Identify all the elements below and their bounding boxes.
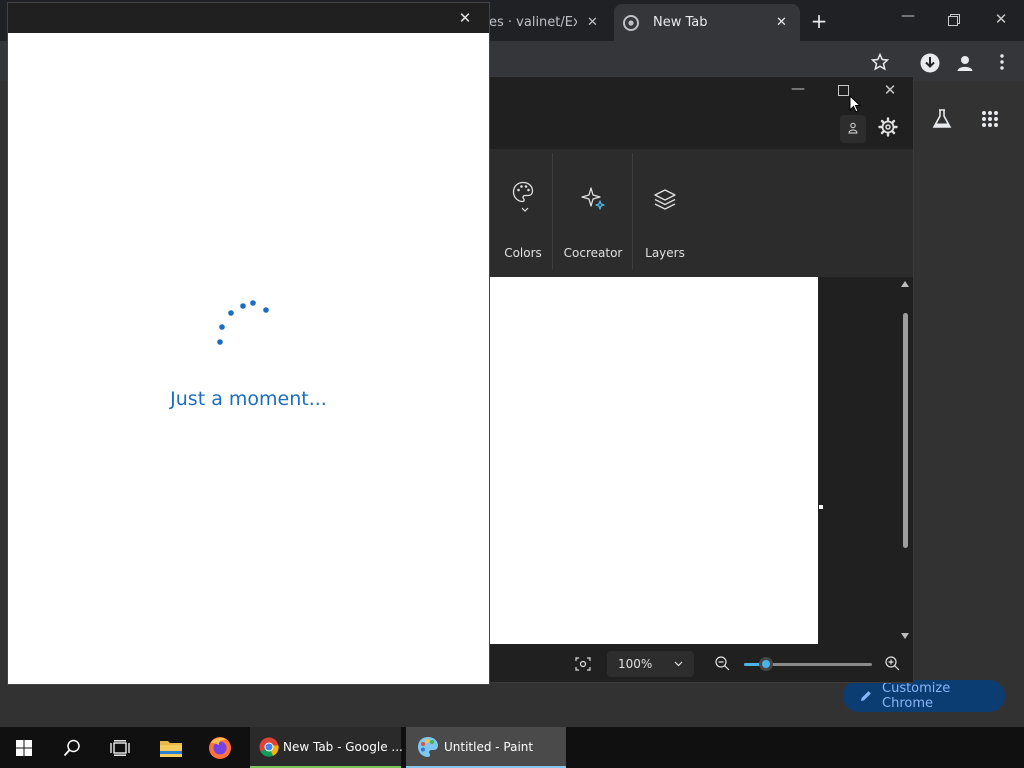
chrome-tab-new-tab[interactable]: New Tab ✕ bbox=[614, 4, 800, 41]
canvas-resize-handle[interactable] bbox=[819, 505, 823, 509]
loading-dialog: ✕ Just a moment... bbox=[8, 3, 489, 684]
apps-grid-icon[interactable] bbox=[981, 110, 999, 128]
dialog-close-icon[interactable]: ✕ bbox=[456, 9, 474, 27]
paint-app-icon bbox=[417, 736, 439, 758]
dialog-title-bar: ✕ bbox=[8, 3, 489, 33]
zoom-level-select[interactable]: 100% bbox=[607, 651, 694, 677]
search-icon[interactable] bbox=[63, 739, 81, 757]
paint-maximize-icon[interactable] bbox=[838, 85, 849, 96]
loading-message: Just a moment... bbox=[170, 388, 327, 410]
ribbon-divider bbox=[632, 153, 633, 269]
customize-chrome-button[interactable]: Customize Chrome bbox=[843, 680, 1005, 712]
ribbon-cocreator[interactable]: Cocreator bbox=[554, 149, 632, 273]
account-button[interactable] bbox=[840, 115, 866, 143]
zoom-in-icon[interactable] bbox=[885, 656, 900, 671]
windows-start-icon[interactable] bbox=[16, 740, 32, 756]
palette-icon bbox=[512, 181, 534, 203]
customize-chrome-label: Customize Chrome bbox=[882, 681, 951, 711]
download-icon[interactable] bbox=[919, 52, 941, 74]
chrome-tab-inactive[interactable]: es · valinet/Explo ✕ bbox=[489, 4, 607, 41]
paint-ribbon: Colors Cocreator Layers bbox=[490, 149, 913, 277]
paint-minimize-icon[interactable]: — bbox=[790, 81, 806, 97]
chevron-down-icon bbox=[674, 661, 683, 667]
more-menu-icon[interactable] bbox=[999, 54, 1005, 70]
minimize-icon[interactable]: — bbox=[898, 8, 918, 24]
settings-gear-icon[interactable] bbox=[878, 117, 898, 137]
firefox-icon[interactable] bbox=[208, 736, 232, 760]
zoom-slider-thumb[interactable] bbox=[759, 657, 773, 671]
canvas-area bbox=[490, 277, 913, 647]
ribbon-divider bbox=[552, 153, 553, 269]
tab-close-icon[interactable]: ✕ bbox=[776, 15, 787, 30]
ribbon-label: Layers bbox=[645, 246, 685, 260]
paint-window: — ✕ Colors Cocreator Layers 100% bbox=[490, 77, 913, 682]
scroll-down-arrow-icon[interactable] bbox=[901, 633, 909, 639]
paint-close-icon[interactable]: ✕ bbox=[882, 81, 898, 99]
taskbar-item-chrome[interactable]: New Tab - Google ... bbox=[250, 727, 403, 768]
restore-icon[interactable] bbox=[948, 14, 960, 26]
bookmark-star-icon[interactable] bbox=[871, 53, 889, 71]
scroll-up-arrow-icon[interactable] bbox=[901, 281, 909, 287]
ribbon-label: Cocreator bbox=[563, 246, 623, 260]
chevron-down-icon bbox=[521, 207, 529, 213]
chrome-logo-icon bbox=[623, 14, 639, 31]
zoom-value: 100% bbox=[618, 657, 653, 671]
labs-flask-icon[interactable] bbox=[932, 109, 952, 129]
profile-icon[interactable] bbox=[956, 54, 974, 72]
taskbar-item-label: Untitled - Paint bbox=[444, 739, 534, 754]
task-view-icon[interactable] bbox=[110, 740, 130, 756]
paint-status-bar: 100% bbox=[490, 647, 913, 682]
taskbar: New Tab - Google ... Untitled - Paint bbox=[0, 727, 1024, 768]
tab-close-icon[interactable]: ✕ bbox=[587, 15, 598, 30]
taskbar-item-label: New Tab - Google ... bbox=[283, 739, 403, 754]
taskbar-item-paint[interactable]: Untitled - Paint bbox=[406, 727, 566, 768]
ribbon-label: Colors bbox=[504, 246, 542, 260]
loading-spinner-icon bbox=[214, 298, 274, 346]
sparkle-icon bbox=[580, 186, 606, 212]
mouse-cursor-icon bbox=[849, 95, 861, 113]
close-icon[interactable]: ✕ bbox=[992, 10, 1010, 28]
zoom-out-icon[interactable] bbox=[715, 656, 730, 671]
account-icon bbox=[848, 122, 858, 134]
fit-to-window-icon[interactable] bbox=[575, 657, 591, 671]
file-explorer-icon[interactable] bbox=[159, 738, 183, 758]
new-tab-plus-icon[interactable]: + bbox=[808, 9, 830, 33]
tab-title: New Tab bbox=[653, 15, 708, 30]
scrollbar-thumb[interactable] bbox=[903, 313, 908, 548]
chrome-icon bbox=[259, 737, 279, 757]
layers-icon bbox=[653, 187, 677, 211]
tab-title: es · valinet/Explo bbox=[489, 15, 577, 30]
vertical-scrollbar[interactable] bbox=[897, 277, 913, 647]
pencil-icon bbox=[859, 689, 873, 703]
ribbon-layers[interactable]: Layers bbox=[634, 149, 696, 273]
zoom-slider[interactable] bbox=[744, 657, 872, 671]
drawing-canvas[interactable] bbox=[490, 277, 818, 644]
ribbon-colors[interactable]: Colors bbox=[494, 149, 552, 273]
